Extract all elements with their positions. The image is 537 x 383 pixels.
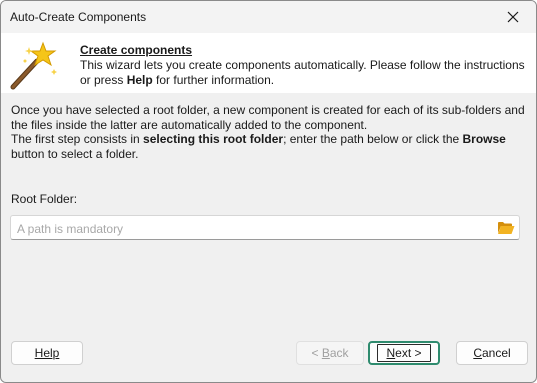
- cancel-button[interactable]: Cancel: [456, 341, 528, 365]
- header-title: Create components: [80, 43, 193, 57]
- cancel-button-label: Cancel: [473, 346, 511, 360]
- cancel-button-mnemonic: C: [473, 346, 482, 360]
- back-button-label: < Back: [311, 346, 349, 360]
- close-button[interactable]: [490, 1, 536, 33]
- instructions-text: Once you have selected a root folder, a …: [11, 103, 531, 161]
- next-button[interactable]: Next >: [368, 341, 440, 365]
- instructions-p2-bold1: selecting this root folder: [143, 132, 284, 146]
- next-button-label: Next >: [377, 344, 431, 362]
- title-bar: Auto-Create Components: [1, 1, 536, 33]
- instructions-p2-part3: button to select a folder.: [11, 146, 139, 161]
- header-desc-help-emphasis: Help: [126, 73, 153, 87]
- root-folder-field: [10, 215, 520, 241]
- help-button-label: Help: [34, 346, 60, 360]
- header-desc-text-end: for further information.: [152, 73, 275, 87]
- instructions-paragraph-2: The first step consists in selecting thi…: [11, 132, 531, 161]
- window-title: Auto-Create Components: [10, 10, 147, 24]
- instructions-p2-bold2: Browse: [462, 132, 506, 146]
- header-panel: Create components This wizard lets you c…: [1, 33, 536, 93]
- instructions-p2-part2: ; enter the path below or click the: [283, 132, 463, 146]
- back-button-mnemonic: B: [321, 346, 330, 360]
- magic-wand-icon: [10, 41, 57, 90]
- header-description: This wizard lets you create components a…: [80, 58, 532, 88]
- instructions-paragraph-1: Once you have selected a root folder, a …: [11, 103, 525, 132]
- root-folder-input[interactable]: [15, 216, 489, 241]
- help-button[interactable]: Help: [11, 341, 83, 365]
- close-icon: [507, 11, 519, 23]
- back-button[interactable]: < Back: [296, 341, 364, 365]
- browse-button[interactable]: [495, 218, 517, 237]
- folder-open-icon: [498, 221, 515, 234]
- dialog-window: Auto-Create Components Create components…: [0, 0, 537, 383]
- root-folder-label: Root Folder:: [11, 192, 78, 206]
- instructions-p2-part1: The first step consists in: [11, 132, 144, 146]
- next-button-mnemonic: N: [386, 346, 396, 360]
